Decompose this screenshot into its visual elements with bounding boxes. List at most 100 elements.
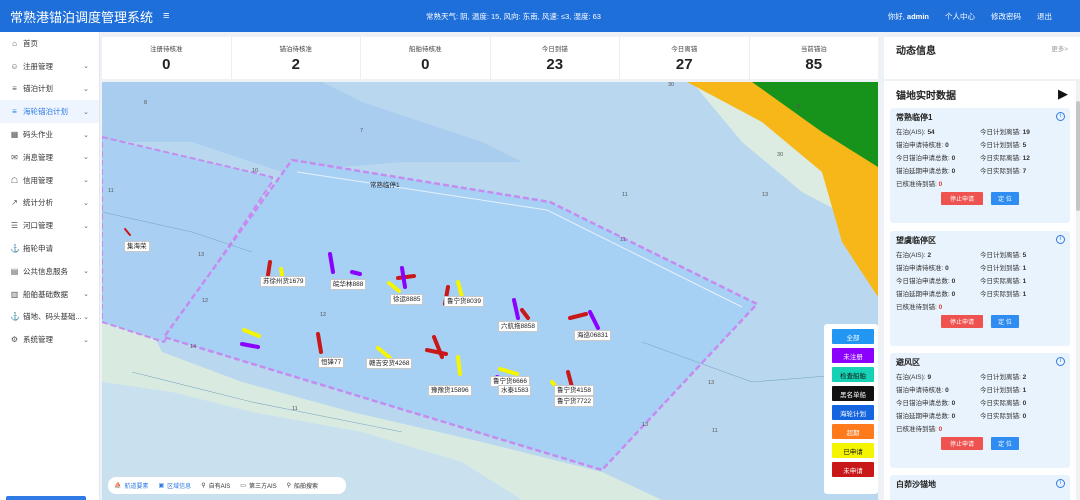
field-value: 0 [945, 264, 949, 272]
legend-filter-button[interactable]: 未注册 [832, 348, 874, 363]
legend-filter-button[interactable]: 黑名单船 [832, 386, 874, 401]
profile-link[interactable]: 个人中心 [945, 11, 975, 22]
info-icon[interactable]: i [1056, 357, 1065, 366]
ship-label[interactable]: 海巡06831 [574, 330, 612, 341]
stat-label: 今日到锚 [541, 46, 568, 53]
realtime-title: 锚地实时数据 [896, 91, 956, 102]
chevron-down-icon: ⌄ [83, 177, 89, 185]
field-value: 1 [1022, 386, 1027, 394]
sidebar-item-label: 河口管理 [23, 221, 53, 231]
sidebar-item[interactable]: ▤ 公共信息服务 ⌄ [0, 260, 99, 283]
sidebar-item[interactable]: ✉ 消息管理 ⌄ [0, 146, 99, 169]
legend-filter-button[interactable]: 未申请 [832, 462, 874, 477]
logout-link[interactable]: 退出 [1037, 11, 1052, 22]
scrollbar[interactable] [1076, 81, 1080, 500]
legend-filter-button[interactable]: 全部 [832, 329, 874, 344]
chevron-down-icon: ⌄ [83, 336, 89, 344]
locate-button[interactable]: 定 位 [991, 437, 1019, 450]
ship-icon: ⛵ [114, 483, 122, 489]
sidebar-item-label: 锚地、码头基础... [23, 312, 82, 322]
chevron-down-icon: ⌄ [83, 85, 89, 93]
more-link[interactable]: 更多> [1051, 43, 1068, 53]
sidebar-item[interactable]: ☖ 信用管理 ⌄ [0, 169, 99, 192]
weather-info: 常熟天气: 阴, 温度: 15, 风向: 东南, 风速: ≤3, 湿度: 63 [426, 12, 601, 21]
hamburger-icon[interactable]: ≡ [163, 10, 169, 22]
ship-label[interactable]: 徐运8885 [390, 294, 424, 305]
ship-label[interactable]: 鲁宁货8039 [444, 296, 484, 307]
top-bar: 常熟港锚泊调度管理系统 ≡ 常熟天气: 阴, 温度: 15, 风向: 东南, 风… [0, 0, 1080, 32]
stat-value: 0 [421, 56, 430, 73]
right-panel: 动态信息 更多> 锚地实时数据 ▶ 常熟临停1 i 在泊(AIS): 54 今日计划离… [884, 37, 1080, 500]
ship-label[interactable]: 水泰1583 [498, 385, 532, 396]
change-password-link[interactable]: 修改密码 [991, 11, 1021, 22]
sidebar-item[interactable]: ≡ 锚泊计划 ⌄ [0, 78, 99, 101]
locate-button[interactable]: 定 位 [991, 315, 1019, 328]
stat-value: 2 [291, 56, 300, 73]
map-tool-button[interactable]: ⛵ 航道要素 [114, 481, 149, 490]
stat-card: 船舶待核准 0 [361, 37, 491, 79]
sidebar-item[interactable]: ⚓ 锚地、码头基础... ⌄ [0, 306, 99, 329]
app-title: 常熟港锚泊调度管理系统 [10, 9, 154, 25]
ship-label[interactable]: 六航拖8858 [498, 321, 538, 332]
map-tool-button[interactable]: ▣ 区域信息 [159, 481, 192, 490]
map-tool-label: 自有AIS [208, 484, 231, 490]
ship-label[interactable]: 鲁宁货7722 [554, 396, 594, 407]
scrollbar-thumb[interactable] [1076, 101, 1080, 211]
chevron-down-icon: ⌄ [83, 154, 89, 162]
area-icon: ▣ [158, 483, 165, 489]
stop-apply-button[interactable]: 停止申请 [941, 192, 983, 205]
legend-filter-button[interactable]: 检查船舶 [832, 367, 874, 382]
legend-filter-button[interactable]: 海轮计划 [832, 405, 874, 420]
anchorage-card: 避风区 i 在泊(AIS): 9 今日计划离锚: 2 锚泊申请待核准: 0 今日计划到锚:… [890, 353, 1070, 468]
field-value: 1 [1022, 277, 1027, 285]
sidebar-item[interactable]: ≡ 海轮锚泊计划 ⌄ [0, 100, 99, 124]
ship-label[interactable]: 豫豫货15896 [428, 385, 472, 396]
field-value: 12 [1022, 154, 1030, 162]
sidebar-scroll-indicator [6, 496, 86, 500]
play-icon[interactable]: ▶ [1058, 86, 1068, 102]
info-icon[interactable]: i [1056, 479, 1065, 488]
stop-apply-button[interactable]: 停止申请 [941, 437, 983, 450]
field-label: 今日锚泊申请总数: [896, 154, 950, 162]
field-label: 今日实际离锚: [980, 277, 1021, 285]
sidebar-item-label: 统计分析 [23, 198, 53, 208]
sidebar-item[interactable]: ☺ 注册管理 ⌄ [0, 55, 99, 78]
field-label: 已核准待到锚: [896, 425, 937, 433]
field-value: 9 [927, 373, 932, 381]
field-value: 2 [927, 251, 932, 259]
sidebar-item[interactable]: ⌂ 首页 [0, 32, 99, 55]
info-icon[interactable]: i [1056, 112, 1065, 121]
locate-button[interactable]: 定 位 [991, 192, 1019, 205]
map-view[interactable]: 8 7 10 11 13 12 12 14 11 11 11 13 30 8 1… [102, 82, 878, 500]
chart-map-svg [102, 82, 878, 500]
legend-filter-button[interactable]: 已申请 [832, 443, 874, 458]
field-value: 0 [951, 154, 956, 162]
field-value: 1 [1022, 290, 1027, 298]
field-label: 今日锚泊申请总数: [896, 277, 950, 285]
map-tool-button[interactable]: ▭ 第三方AIS [240, 481, 276, 490]
map-tool-button[interactable]: ⚲ 船舶搜索 [287, 481, 318, 490]
sidebar-item[interactable]: ▥ 船舶基础数据 ⌄ [0, 283, 99, 306]
ship-label[interactable]: 赣吉安货4268 [366, 358, 413, 369]
sidebar-item[interactable]: ⚓ 拖轮申请 [0, 237, 99, 260]
field-value: 5 [1022, 141, 1027, 149]
map-tool-button[interactable]: ⚲ 自有AIS [201, 481, 230, 490]
sidebar-item[interactable]: ↗ 统计分析 ⌄ [0, 192, 99, 215]
database-icon: ▥ [10, 289, 19, 299]
field-label: 锚泊申请待核准: [896, 386, 944, 394]
field-value: 0 [1022, 412, 1027, 420]
ship-label[interactable]: 苏徐州货1679 [260, 276, 307, 287]
stat-card: 注册待核准 0 [102, 37, 232, 79]
sidebar-item[interactable]: ☰ 河口管理 ⌄ [0, 214, 99, 237]
ship-label[interactable]: 鲁宁货4158 [554, 385, 594, 396]
ship-label[interactable]: 集海荣 [124, 241, 150, 252]
sidebar-item[interactable]: ⚙ 系统管理 ⌄ [0, 328, 99, 351]
ship-label[interactable]: 皖华林888 [330, 279, 367, 290]
ship-label[interactable]: 恒锋77 [318, 357, 345, 368]
stat-card: 今日离锚 27 [620, 37, 750, 79]
info-icon[interactable]: i [1056, 235, 1065, 244]
sidebar-item[interactable]: ▦ 码头作业 ⌄ [0, 123, 99, 146]
stop-apply-button[interactable]: 停止申请 [941, 315, 983, 328]
legend-filter-button[interactable]: 超期 [832, 424, 874, 439]
field-label: 今日实际到锚: [980, 412, 1021, 420]
